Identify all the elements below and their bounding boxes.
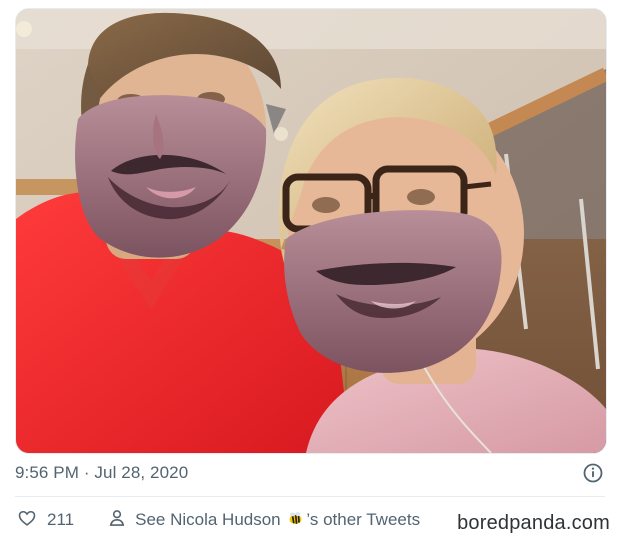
see-other-tweets-link[interactable]: See Nicola Hudson ’s other Tweets — [107, 508, 420, 533]
see-tweets-suffix: ’s other Tweets — [306, 510, 421, 529]
heart-icon[interactable] — [17, 508, 37, 533]
bee-emoji-icon — [287, 510, 304, 527]
person-icon — [107, 508, 127, 533]
selfie-photo-illustration — [16, 9, 606, 453]
tweet-timestamp[interactable]: 9:56 PM · Jul 28, 2020 — [15, 463, 188, 483]
tweet-meta-row: 9:56 PM · Jul 28, 2020 — [15, 461, 605, 485]
tweet-photo[interactable] — [15, 8, 607, 454]
like-count: 211 — [47, 510, 75, 529]
boredpanda-watermark: boredpanda.com — [457, 512, 610, 535]
info-icon[interactable] — [583, 463, 603, 483]
see-tweets-prefix: See Nicola Hudson — [135, 510, 281, 529]
tweet-card: 9:56 PM · Jul 28, 2020 211 See Nicola Hu… — [0, 0, 620, 539]
like-action[interactable]: 211 — [17, 508, 74, 533]
see-other-tweets-label[interactable]: See Nicola Hudson ’s other Tweets — [135, 510, 420, 530]
divider — [15, 496, 605, 497]
